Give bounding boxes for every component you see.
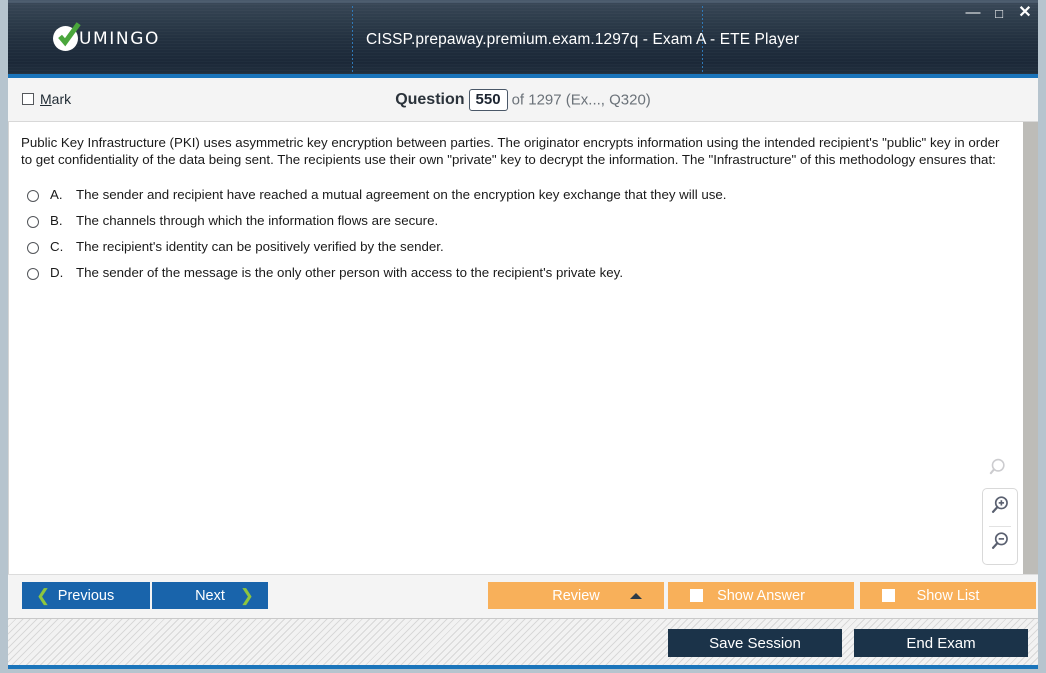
window-right-edge: [1038, 0, 1046, 74]
answer-option-b[interactable]: B. The channels through which the inform…: [9, 208, 1023, 234]
show-list-button[interactable]: Show List: [860, 582, 1036, 609]
maximize-icon[interactable]: □: [992, 6, 1006, 20]
next-button-label: Next: [195, 587, 225, 604]
question-content-area: Public Key Infrastructure (PKI) uses asy…: [8, 122, 1023, 574]
question-label: Question: [395, 91, 465, 108]
header-accent-line: [8, 74, 1038, 78]
check-icon: [58, 22, 81, 47]
option-text-d: The sender of the message is the only ot…: [76, 265, 624, 280]
show-answer-button[interactable]: Show Answer: [668, 582, 854, 609]
chevron-up-icon: [630, 592, 642, 599]
option-letter-a: A.: [50, 187, 63, 202]
show-answer-button-label: Show Answer: [717, 587, 805, 604]
bottom-accent-line: [8, 665, 1038, 669]
zoom-tools: [982, 457, 1018, 565]
bottom-action-bar: Save Session End Exam: [8, 618, 1038, 665]
answer-option-c[interactable]: C. The recipient's identity can be posit…: [9, 234, 1023, 260]
end-exam-button[interactable]: End Exam: [854, 629, 1028, 657]
navigation-button-bar: ❮ Previous Next ❯ Review Show Answer Sho…: [8, 574, 1038, 618]
previous-button-label: Previous: [57, 587, 115, 604]
save-session-label: Save Session: [709, 634, 801, 652]
option-letter-b: B.: [50, 213, 63, 228]
answer-option-d[interactable]: D. The sender of the message is the only…: [9, 260, 1023, 286]
vumingo-logo: UMINGO: [53, 22, 160, 51]
checkmark-circle-icon: [53, 22, 81, 51]
zoom-panel: [982, 488, 1018, 565]
chevron-right-icon: ❯: [239, 586, 254, 605]
show-list-button-label: Show List: [916, 587, 980, 604]
logo-text: UMINGO: [79, 28, 160, 49]
option-letter-d: D.: [50, 265, 64, 280]
option-text-c: The recipient's identity can be positive…: [76, 239, 444, 254]
radio-button-b[interactable]: [27, 216, 39, 228]
question-number-input[interactable]: 550: [468, 89, 508, 111]
radio-button-c[interactable]: [27, 242, 39, 254]
save-session-button[interactable]: Save Session: [668, 629, 842, 657]
previous-button[interactable]: ❮ Previous: [22, 582, 150, 609]
question-info-bar: Mark Question 550 of 1297 (Ex..., Q320): [8, 78, 1038, 122]
window-title: CISSP.prepaway.premium.exam.1297q - Exam…: [366, 31, 800, 48]
question-counter: Question 550 of 1297 (Ex..., Q320): [8, 89, 1038, 111]
close-icon[interactable]: ✕: [1018, 5, 1032, 21]
magnifier-glyph: [989, 458, 1005, 475]
content-vertical-scrollbar[interactable]: [1023, 122, 1038, 574]
answer-option-a[interactable]: A. The sender and recipient have reached…: [9, 182, 1023, 208]
chevron-left-icon: ❮: [36, 586, 51, 605]
magnifier-icon[interactable]: [989, 457, 1011, 484]
radio-button-a[interactable]: [27, 190, 39, 202]
zoom-divider: [989, 526, 1011, 527]
option-letter-c: C.: [50, 239, 64, 254]
header-divider-left: [352, 6, 353, 74]
ete-player-window: UMINGO CISSP.prepaway.premium.exam.1297q…: [0, 0, 1046, 673]
option-text-b: The channels through which the informati…: [76, 213, 439, 228]
window-left-edge: [0, 0, 8, 74]
question-text: Public Key Infrastructure (PKI) uses asy…: [21, 135, 1000, 167]
show-list-checkbox[interactable]: [882, 589, 895, 602]
zoom-in-glyph: [991, 496, 1008, 513]
show-answer-checkbox[interactable]: [690, 589, 703, 602]
window-controls: — □ ✕: [966, 5, 1032, 21]
zoom-out-icon[interactable]: [987, 528, 1013, 561]
review-button[interactable]: Review: [488, 582, 664, 609]
radio-button-d[interactable]: [27, 268, 39, 280]
zoom-out-glyph: [991, 532, 1008, 549]
zoom-in-icon[interactable]: [987, 492, 1013, 525]
next-button[interactable]: Next ❯: [152, 582, 268, 609]
minimize-icon[interactable]: —: [966, 5, 981, 20]
question-total-label: of 1297 (Ex..., Q320): [511, 91, 651, 109]
end-exam-label: End Exam: [906, 634, 976, 652]
review-button-label: Review: [552, 587, 600, 604]
title-bar-top-highlight: [8, 0, 1038, 3]
answer-options-list: A. The sender and recipient have reached…: [9, 182, 1023, 286]
option-text-a: The sender and recipient have reached a …: [76, 187, 727, 202]
